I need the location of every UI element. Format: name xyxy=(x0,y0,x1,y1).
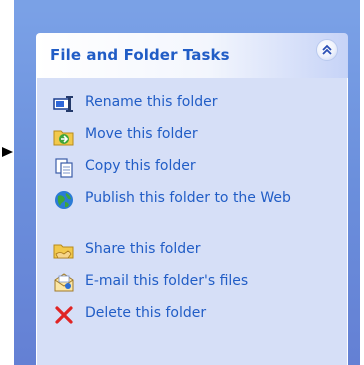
share-folder-icon xyxy=(53,244,74,259)
file-folder-tasks-group: File and Folder Tasks Rename this folder… xyxy=(36,33,348,365)
copy-icon xyxy=(55,158,73,178)
task-move-folder[interactable]: Move this folder xyxy=(53,126,295,147)
task-rename-folder[interactable]: Rename this folder xyxy=(53,94,295,115)
task-label[interactable]: Rename this folder xyxy=(85,94,295,111)
group-header[interactable]: File and Folder Tasks xyxy=(36,33,348,78)
arrow-pointer-icon xyxy=(2,147,13,157)
task-label[interactable]: Copy this folder xyxy=(85,158,295,175)
task-label[interactable]: Move this folder xyxy=(85,126,295,143)
explorer-task-pane: File and Folder Tasks Rename this folder… xyxy=(14,0,360,365)
task-email-files[interactable]: E-mail this folder's files xyxy=(53,273,295,294)
task-share-folder[interactable]: Share this folder xyxy=(53,241,295,262)
task-label[interactable]: E-mail this folder's files xyxy=(85,273,295,290)
publish-web-globe-icon xyxy=(55,191,73,209)
task-label[interactable]: Delete this folder xyxy=(85,305,295,322)
task-delete-folder[interactable]: Delete this folder xyxy=(53,305,295,326)
pane-top-strip xyxy=(14,0,360,12)
move-folder-icon xyxy=(53,130,74,146)
collapse-button[interactable] xyxy=(316,39,338,61)
rename-icon xyxy=(53,96,73,112)
task-label[interactable]: Share this folder xyxy=(85,241,295,258)
group-title[interactable]: File and Folder Tasks xyxy=(50,46,230,64)
task-publish-folder[interactable]: Publish this folder to the Web xyxy=(53,190,295,211)
double-chevron-up-icon xyxy=(322,44,332,55)
group-body: Rename this folder Move this folder Copy… xyxy=(36,78,348,365)
task-label[interactable]: Publish this folder to the Web xyxy=(85,190,295,207)
screen: File and Folder Tasks Rename this folder… xyxy=(0,0,364,365)
email-envelope-icon xyxy=(54,273,74,292)
delete-x-icon xyxy=(55,306,73,324)
task-copy-folder[interactable]: Copy this folder xyxy=(53,158,295,179)
